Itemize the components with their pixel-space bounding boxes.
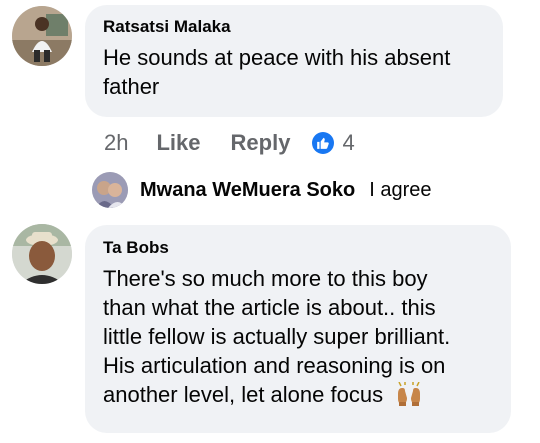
comment-bubble: Ratsatsi Malaka He sounds at peace with … bbox=[85, 5, 503, 117]
comment-actions: 2h Like Reply 4 bbox=[104, 128, 355, 158]
profile-photo bbox=[12, 224, 72, 284]
comment-timestamp[interactable]: 2h bbox=[104, 130, 128, 156]
avatar-ta-bobs[interactable] bbox=[12, 224, 72, 284]
profile-photo bbox=[92, 172, 128, 208]
reply-text: I agree bbox=[369, 178, 432, 201]
avatar-ratsatsi-malaka[interactable] bbox=[12, 6, 72, 66]
comment-bubble: Ta Bobs There's so much more to this boy… bbox=[85, 225, 511, 433]
reply-comment: Mwana WeMuera Soko I agree bbox=[140, 172, 432, 208]
profile-photo bbox=[12, 6, 72, 66]
reply-button[interactable]: Reply bbox=[231, 130, 291, 156]
comment-author[interactable]: Ta Bobs bbox=[103, 238, 493, 258]
thumbs-up-icon[interactable] bbox=[312, 132, 335, 154]
comment-author[interactable]: Ratsatsi Malaka bbox=[103, 17, 485, 37]
comment-text: He sounds at peace with his absent fathe… bbox=[103, 45, 451, 99]
avatar-mwana-wemuera-soko[interactable] bbox=[92, 172, 128, 208]
comment-text: There's so much more to this boy than wh… bbox=[103, 264, 493, 413]
reaction-count[interactable]: 4 bbox=[342, 130, 354, 156]
like-button[interactable]: Like bbox=[156, 130, 200, 156]
raised-hands-emoji-icon bbox=[395, 381, 423, 413]
reply-author[interactable]: Mwana WeMuera Soko bbox=[140, 179, 355, 202]
